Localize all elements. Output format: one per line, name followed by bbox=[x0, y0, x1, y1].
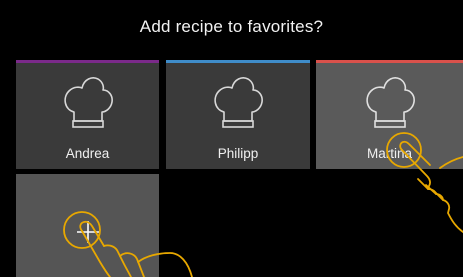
add-profile-tile[interactable] bbox=[16, 174, 159, 277]
chef-hat-icon bbox=[214, 77, 263, 128]
plus-icon bbox=[77, 221, 99, 243]
profile-name: Andrea bbox=[65, 146, 110, 161]
chef-hat-icon bbox=[365, 77, 415, 128]
profile-name: Martina bbox=[366, 146, 412, 161]
profile-tile-martina[interactable]: Martina bbox=[316, 60, 463, 169]
profile-color-bar bbox=[166, 60, 310, 63]
profile-color-bar bbox=[16, 60, 159, 63]
profile-color-bar bbox=[316, 60, 463, 63]
profile-name: Philipp bbox=[217, 146, 259, 161]
profile-tile-andrea[interactable]: Andrea bbox=[16, 60, 159, 169]
profile-tile-philipp[interactable]: Philipp bbox=[166, 60, 310, 169]
chef-hat-icon bbox=[63, 77, 113, 128]
dialog-title: Add recipe to favorites? bbox=[139, 17, 324, 36]
